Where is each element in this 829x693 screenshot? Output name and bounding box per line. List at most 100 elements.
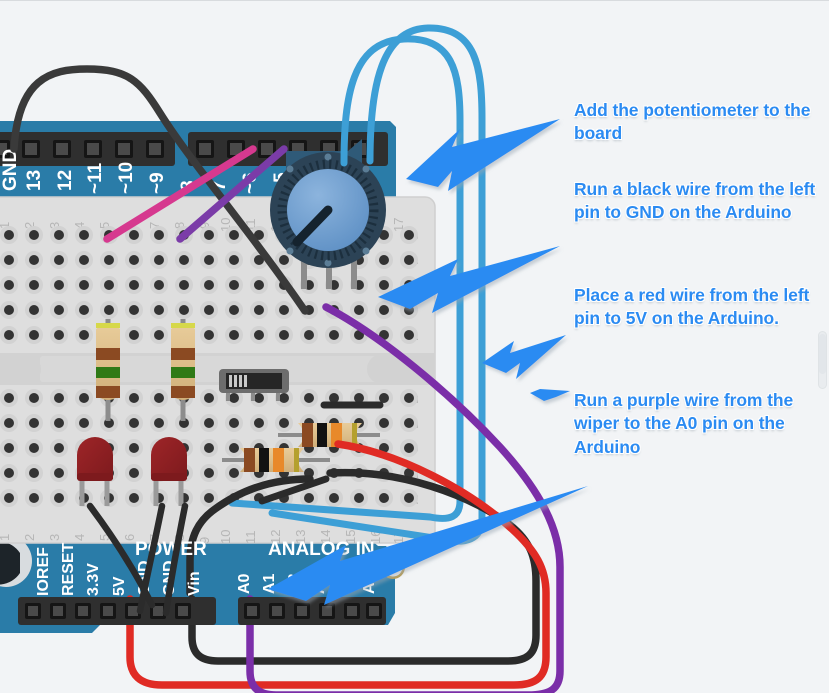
breadboard-hole[interactable]: [229, 280, 239, 290]
breadboard-hole[interactable]: [79, 255, 89, 265]
breadboard-hole[interactable]: [154, 255, 164, 265]
breadboard-hole[interactable]: [204, 493, 214, 503]
breadboard-hole[interactable]: [204, 468, 214, 478]
breadboard-hole[interactable]: [379, 493, 389, 503]
breadboard-hole[interactable]: [154, 418, 164, 428]
breadboard-hole[interactable]: [229, 230, 239, 240]
breadboard-hole[interactable]: [54, 305, 64, 315]
breadboard-hole[interactable]: [54, 443, 64, 453]
breadboard-hole[interactable]: [54, 230, 64, 240]
breadboard-hole[interactable]: [54, 393, 64, 403]
breadboard-hole[interactable]: [204, 393, 214, 403]
breadboard-hole[interactable]: [179, 255, 189, 265]
breadboard-hole[interactable]: [204, 305, 214, 315]
breadboard-hole[interactable]: [29, 330, 39, 340]
breadboard-hole[interactable]: [254, 418, 264, 428]
analog-header[interactable]: [238, 597, 386, 625]
breadboard-hole[interactable]: [54, 468, 64, 478]
breadboard-hole[interactable]: [379, 393, 389, 403]
breadboard-hole[interactable]: [154, 393, 164, 403]
breadboard-hole[interactable]: [129, 468, 139, 478]
breadboard-hole[interactable]: [404, 255, 414, 265]
breadboard-hole[interactable]: [254, 393, 264, 403]
breadboard-hole[interactable]: [129, 418, 139, 428]
breadboard-hole[interactable]: [29, 493, 39, 503]
breadboard-hole[interactable]: [354, 305, 364, 315]
breadboard-hole[interactable]: [129, 280, 139, 290]
breadboard-hole[interactable]: [129, 330, 139, 340]
breadboard-hole[interactable]: [304, 330, 314, 340]
breadboard-hole[interactable]: [4, 255, 14, 265]
breadboard-hole[interactable]: [29, 230, 39, 240]
breadboard-hole[interactable]: [279, 418, 289, 428]
breadboard-hole[interactable]: [129, 443, 139, 453]
breadboard-hole[interactable]: [229, 305, 239, 315]
breadboard-hole[interactable]: [404, 418, 414, 428]
breadboard-hole[interactable]: [204, 255, 214, 265]
breadboard-hole[interactable]: [4, 418, 14, 428]
breadboard-hole[interactable]: [4, 305, 14, 315]
breadboard-hole[interactable]: [254, 280, 264, 290]
breadboard-hole[interactable]: [404, 393, 414, 403]
breadboard-hole[interactable]: [229, 443, 239, 453]
breadboard-hole[interactable]: [154, 305, 164, 315]
breadboard-hole[interactable]: [254, 305, 264, 315]
breadboard-hole[interactable]: [4, 493, 14, 503]
breadboard-hole[interactable]: [54, 280, 64, 290]
breadboard-hole[interactable]: [29, 468, 39, 478]
scrollbar-thumb[interactable]: [819, 334, 826, 374]
breadboard-hole[interactable]: [279, 393, 289, 403]
breadboard-hole[interactable]: [204, 330, 214, 340]
power-header[interactable]: [18, 597, 216, 625]
breadboard-hole[interactable]: [404, 330, 414, 340]
breadboard-hole[interactable]: [354, 493, 364, 503]
breadboard-hole[interactable]: [29, 280, 39, 290]
breadboard-hole[interactable]: [54, 330, 64, 340]
breadboard-hole[interactable]: [304, 393, 314, 403]
breadboard-hole[interactable]: [229, 330, 239, 340]
breadboard-hole[interactable]: [154, 230, 164, 240]
breadboard-hole[interactable]: [79, 280, 89, 290]
breadboard-hole[interactable]: [4, 443, 14, 453]
breadboard-hole[interactable]: [204, 230, 214, 240]
breadboard-hole[interactable]: [104, 280, 114, 290]
breadboard-hole[interactable]: [104, 305, 114, 315]
breadboard-hole[interactable]: [129, 255, 139, 265]
breadboard-hole[interactable]: [54, 255, 64, 265]
breadboard-hole[interactable]: [29, 305, 39, 315]
breadboard-hole[interactable]: [229, 393, 239, 403]
breadboard-hole[interactable]: [154, 330, 164, 340]
breadboard-hole[interactable]: [79, 230, 89, 240]
breadboard-hole[interactable]: [279, 305, 289, 315]
breadboard-hole[interactable]: [29, 443, 39, 453]
breadboard-hole[interactable]: [279, 255, 289, 265]
breadboard-hole[interactable]: [154, 280, 164, 290]
breadboard-hole[interactable]: [204, 280, 214, 290]
breadboard-hole[interactable]: [254, 330, 264, 340]
breadboard-hole[interactable]: [179, 280, 189, 290]
breadboard-hole[interactable]: [204, 418, 214, 428]
breadboard-hole[interactable]: [379, 255, 389, 265]
breadboard-hole[interactable]: [329, 330, 339, 340]
breadboard-hole[interactable]: [304, 493, 314, 503]
breadboard-hole[interactable]: [4, 393, 14, 403]
breadboard-hole[interactable]: [129, 305, 139, 315]
breadboard-hole[interactable]: [229, 468, 239, 478]
breadboard-hole[interactable]: [4, 280, 14, 290]
breadboard-hole[interactable]: [129, 493, 139, 503]
breadboard-hole[interactable]: [404, 443, 414, 453]
breadboard-hole[interactable]: [79, 305, 89, 315]
breadboard-hole[interactable]: [54, 418, 64, 428]
breadboard-hole[interactable]: [4, 230, 14, 240]
breadboard-hole[interactable]: [79, 330, 89, 340]
breadboard-hole[interactable]: [79, 393, 89, 403]
breadboard-hole[interactable]: [379, 305, 389, 315]
breadboard-hole[interactable]: [129, 230, 139, 240]
breadboard-hole[interactable]: [4, 468, 14, 478]
breadboard-hole[interactable]: [279, 330, 289, 340]
breadboard-hole[interactable]: [404, 493, 414, 503]
breadboard-hole[interactable]: [329, 493, 339, 503]
breadboard-hole[interactable]: [129, 393, 139, 403]
breadboard-hole[interactable]: [54, 493, 64, 503]
breadboard-hole[interactable]: [229, 418, 239, 428]
